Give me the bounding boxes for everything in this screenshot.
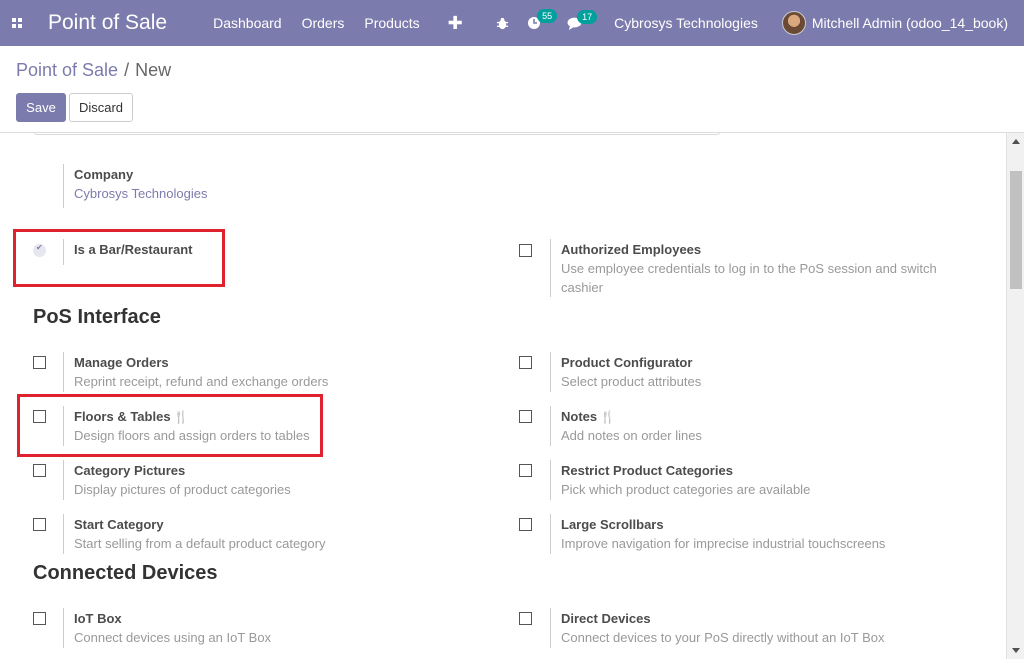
field-divider (63, 460, 64, 500)
company-switcher[interactable]: Cybrosys Technologies (614, 15, 758, 31)
category-pictures-label: Category Pictures (74, 463, 186, 478)
scroll-down-arrow-icon[interactable] (1012, 648, 1020, 653)
field-divider (63, 352, 64, 392)
app-name[interactable]: Point of Sale (48, 11, 167, 35)
bug-icon[interactable] (496, 17, 509, 30)
form-top-edge (34, 133, 720, 135)
messages-badge: 17 (577, 9, 598, 24)
breadcrumb-separator: / (124, 60, 130, 80)
field-divider (63, 164, 64, 208)
iot-box-checkbox[interactable] (33, 612, 46, 625)
authorized-employees-label: Authorized Employees (561, 242, 702, 257)
scroll-up-arrow-icon[interactable] (1012, 139, 1020, 144)
activity-clock-icon[interactable]: 55 (527, 9, 558, 30)
user-menu[interactable]: Mitchell Admin (odoo_14_book) (781, 11, 1008, 35)
large-scrollbars-desc: Improve navigation for imprecise industr… (561, 536, 886, 551)
activity-badge: 55 (537, 9, 558, 23)
menu-orders[interactable]: Orders (302, 15, 345, 31)
highlight-floors-tables (17, 394, 323, 457)
category-pictures-desc: Display pictures of product categories (74, 482, 291, 497)
discard-button[interactable]: Discard (69, 93, 133, 122)
field-divider (550, 406, 551, 446)
restrict-categories-label: Restrict Product Categories (561, 463, 733, 478)
notes-checkbox[interactable] (519, 410, 532, 423)
scroll-thumb[interactable] (1010, 171, 1022, 289)
menu-dashboard[interactable]: Dashboard (213, 15, 282, 31)
cutlery-icon: 🍴 (600, 410, 616, 424)
manage-orders-checkbox[interactable] (33, 356, 46, 369)
restrict-categories-desc: Pick which product categories are availa… (561, 482, 811, 497)
pos-interface-title: PoS Interface (33, 306, 161, 328)
authorized-employees-desc-1: Use employee credentials to log in to th… (561, 261, 937, 276)
breadcrumb: Point of Sale / New (16, 60, 171, 81)
field-divider (550, 608, 551, 648)
direct-devices-label: Direct Devices (561, 611, 651, 626)
start-category-label: Start Category (74, 517, 164, 532)
vertical-scrollbar[interactable] (1006, 133, 1024, 659)
field-divider (550, 460, 551, 500)
top-navbar: Point of Sale Dashboard Orders Products … (0, 0, 1024, 46)
start-category-checkbox[interactable] (33, 518, 46, 531)
notes-label-row: Notes 🍴 (561, 409, 615, 424)
start-category-desc: Start selling from a default product cat… (74, 536, 326, 551)
company-label: Company (74, 167, 134, 182)
company-value[interactable]: Cybrosys Technologies (74, 184, 207, 203)
highlight-bar-restaurant (13, 229, 225, 287)
large-scrollbars-label: Large Scrollbars (561, 517, 664, 532)
notes-label: Notes (561, 409, 598, 424)
plus-icon[interactable]: ✚ (448, 13, 463, 34)
manage-orders-label: Manage Orders (74, 355, 169, 370)
messages-icon[interactable]: 17 (567, 9, 598, 30)
field-divider (550, 239, 551, 297)
connected-devices-title: Connected Devices (33, 562, 218, 584)
iot-box-desc: Connect devices using an IoT Box (74, 630, 272, 645)
restrict-categories-checkbox[interactable] (519, 464, 532, 477)
manage-orders-desc: Reprint receipt, refund and exchange ord… (74, 374, 329, 389)
breadcrumb-parent[interactable]: Point of Sale (16, 60, 118, 80)
notes-desc: Add notes on order lines (561, 428, 702, 443)
field-divider (550, 514, 551, 554)
field-divider (63, 608, 64, 648)
product-configurator-label: Product Configurator (561, 355, 693, 370)
user-name: Mitchell Admin (odoo_14_book) (811, 15, 1008, 31)
direct-devices-checkbox[interactable] (519, 612, 532, 625)
direct-devices-desc: Connect devices to your PoS directly wit… (561, 630, 885, 645)
iot-box-label: IoT Box (74, 611, 122, 626)
avatar (781, 11, 806, 35)
large-scrollbars-checkbox[interactable] (519, 518, 532, 531)
save-button[interactable]: Save (16, 93, 66, 122)
menu-products[interactable]: Products (364, 15, 419, 31)
breadcrumb-current: New (135, 60, 172, 80)
authorized-employees-desc-2: cashier (561, 280, 603, 295)
product-configurator-desc: Select product attributes (561, 374, 702, 389)
category-pictures-checkbox[interactable] (33, 464, 46, 477)
apps-menu-icon[interactable] (0, 0, 34, 46)
product-configurator-checkbox[interactable] (519, 356, 532, 369)
field-divider (550, 352, 551, 392)
settings-form: Company Cybrosys Technologies Is a Bar/R… (0, 133, 1006, 659)
authorized-employees-checkbox[interactable] (519, 244, 532, 257)
field-divider (63, 514, 64, 554)
